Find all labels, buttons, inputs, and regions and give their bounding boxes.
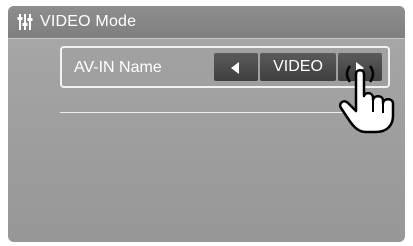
previous-value-button[interactable] xyxy=(214,53,258,81)
av-in-name-label: AV-IN Name xyxy=(74,59,162,76)
page-title: VIDEO Mode xyxy=(40,13,137,30)
av-in-name-value-display: VIDEO xyxy=(260,53,336,81)
triangle-left-icon xyxy=(231,62,239,74)
av-in-name-value: VIDEO xyxy=(273,58,323,75)
settings-sliders-icon xyxy=(17,14,33,30)
pointing-hand-icon xyxy=(339,65,395,134)
title-bar: VIDEO Mode xyxy=(8,6,405,39)
